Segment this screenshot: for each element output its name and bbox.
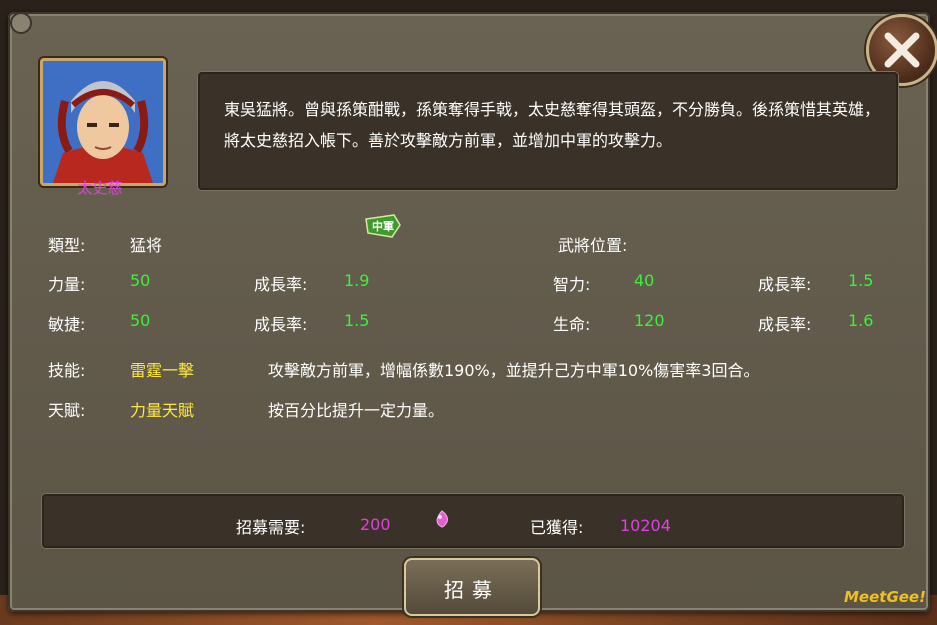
strength-value: 50 [130,271,151,290]
intellect-value: 40 [634,271,655,290]
strength-growth-value: 1.9 [344,271,370,290]
skill-label: 技能: [48,361,86,380]
agility-growth-label: 成長率: [254,315,308,334]
intellect-growth-label: 成長率: [758,275,812,294]
talent-label: 天賦: [48,401,86,420]
strength-label: 力量: [48,275,86,294]
type-label: 類型: [48,236,86,255]
close-icon [884,32,920,68]
hero-description: 東吳猛將。曾與孫策酣戰，孫策奪得手戟，太史慈奪得其頭盔，不分勝負。後孫策惜其英雄… [224,100,881,150]
recruit-cost-bar [42,494,904,548]
owned-label: 已獲得: [530,518,584,537]
life-growth-label: 成長率: [758,315,812,334]
meetgee-logo: MeetGee! [844,588,926,606]
agility-value: 50 [130,311,151,330]
owned-value: 10204 [620,516,671,535]
intellect-label: 智力: [553,275,591,294]
hero-name: 太史慈 [77,179,123,197]
agility-label: 敏捷: [48,315,86,334]
agility-growth-value: 1.5 [344,311,370,330]
corner-ornament [10,12,32,34]
intellect-growth-value: 1.5 [848,271,874,290]
skill-name: 雷霆一擊 [130,361,195,380]
talent-name: 力量天賦 [130,401,195,420]
recruit-button[interactable]: 招募 [404,558,540,616]
life-growth-value: 1.6 [848,311,874,330]
life-label: 生命: [553,315,591,334]
position-badge-icon: 中軍 [364,213,402,239]
hero-description-box: 東吳猛將。曾與孫策酣戰，孫策奪得手戟，太史慈奪得其頭盔，不分勝負。後孫策惜其英雄… [198,72,898,190]
position-badge-text: 中軍 [372,219,394,233]
strength-growth-label: 成長率: [254,275,308,294]
position-label: 武將位置: [558,236,628,255]
hero-portrait [40,58,166,186]
recruit-need-value: 200 [360,515,391,534]
recruit-button-label: 招募 [444,578,500,602]
skill-description: 攻擊敵方前軍，增幅係數190%，並提升己方中軍10%傷害率3回合。 [268,361,760,380]
type-value: 猛将 [130,236,163,255]
talent-description: 按百分比提升一定力量。 [268,401,445,420]
recruit-need-label: 招募需要: [236,518,306,537]
pink-gem-icon [434,510,450,528]
life-value: 120 [634,311,665,330]
